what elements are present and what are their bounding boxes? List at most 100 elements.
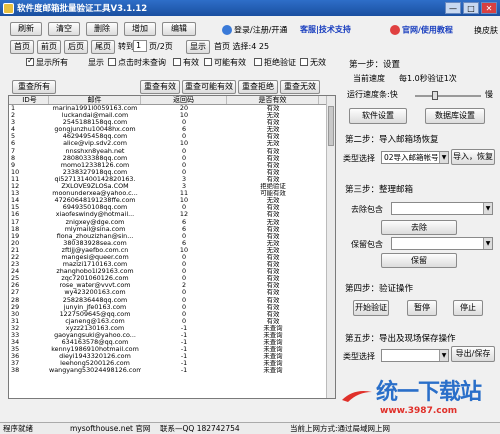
- table-row[interactable]: 8 2808033388qq.com 0 有效: [9, 155, 335, 162]
- table-row[interactable]: 29 junyin_jfe0163.com 0 有效: [9, 304, 335, 311]
- header-id[interactable]: ID号: [9, 96, 49, 104]
- import-type-select[interactable]: 02导入邮箱帐号 ▼: [381, 151, 449, 164]
- support-link[interactable]: 客服|技术支持: [300, 25, 351, 35]
- filter-maybe-valid[interactable]: 可能有效: [204, 57, 246, 68]
- add-button[interactable]: 增加: [124, 22, 156, 36]
- table-row[interactable]: 9 momo12338126.com 0 有效: [9, 162, 335, 169]
- table-row[interactable]: 17 znigxey@dge.com 6 无效: [9, 219, 335, 226]
- table-row[interactable]: 20 380383928sea.com 6 无效: [9, 240, 335, 247]
- cell-code: 0: [181, 154, 187, 162]
- show-button[interactable]: 显示: [186, 40, 210, 54]
- table-row[interactable]: 32 xyzz2130163.com -1 未查询: [9, 325, 335, 332]
- speed-slider[interactable]: [415, 95, 481, 97]
- table-row[interactable]: 12 ZXLOVE9ZLOSa.COM 3 拒绝验证: [9, 183, 335, 190]
- header-code[interactable]: 返回码: [141, 96, 227, 104]
- dedup-button[interactable]: 去除: [381, 220, 457, 235]
- filter-invalid[interactable]: 无效: [300, 57, 326, 68]
- skin-link[interactable]: 换皮肤: [474, 26, 498, 36]
- table-row[interactable]: 21 zftljj@yaefbo.com.cn 10 无效: [9, 247, 335, 254]
- table-row[interactable]: 30 1227509645@qq.com 0 有效: [9, 311, 335, 318]
- chevron-down-icon: ▼: [439, 350, 448, 361]
- last-page-button[interactable]: 尾页: [91, 40, 115, 54]
- close-button[interactable]: ✕: [481, 2, 497, 14]
- recheck-reject-button[interactable]: 重查拒绝: [238, 80, 278, 94]
- table-row[interactable]: 4 gongjunzhu10048hx.com 6 无效: [9, 126, 335, 133]
- recheck-maybe-button[interactable]: 重查可能有效: [182, 80, 236, 94]
- speed-slider-knob[interactable]: [431, 91, 438, 100]
- table-row[interactable]: 25 zqc7201060126.com 0 有效: [9, 275, 335, 282]
- table-row[interactable]: 5 4629495458qq.com 0 有效: [9, 133, 335, 140]
- table-row[interactable]: 14 47260648191238ffe.com 10 无效: [9, 197, 335, 204]
- dedup-select[interactable]: ▼: [391, 202, 493, 215]
- status-site[interactable]: mysofthouse.net 官网: [70, 423, 150, 434]
- table-row[interactable]: 36 dieyi1943320126.com -1 未查询: [9, 353, 335, 360]
- prev-page-button[interactable]: 前页: [37, 40, 61, 54]
- table-row[interactable]: 7 nnsshxn8yeah.net 0 有效: [9, 148, 335, 155]
- website-link[interactable]: 官网/使用教程: [390, 25, 453, 36]
- table-row[interactable]: 19 fiona_zhouzizhan@sin... 0 有效: [9, 233, 335, 240]
- clear-button[interactable]: 清空: [48, 22, 80, 36]
- cell-code: 2: [181, 282, 187, 290]
- table-row[interactable]: 37 leehong5200126.com -1 未查询: [9, 360, 335, 367]
- table-row[interactable]: 6 alice@vip.sdv2.com 10 无效: [9, 140, 335, 147]
- cell-id: 15: [11, 204, 20, 212]
- table-row[interactable]: 15 6949350108qq.com 0 有效: [9, 204, 335, 211]
- delete-button[interactable]: 删除: [86, 22, 118, 36]
- table-row[interactable]: 11 qi527131400142820163. 3 有效: [9, 176, 335, 183]
- header-valid[interactable]: 是否有效: [227, 96, 319, 104]
- next-page-button[interactable]: 后页: [64, 40, 88, 54]
- database-settings-button[interactable]: 数据库设置: [425, 108, 485, 124]
- table-row[interactable]: 3 2545188158qq.com 0 有效: [9, 119, 335, 126]
- table-row[interactable]: 33 gaoyangsuki@yahoo.co... -1 未查询: [9, 332, 335, 339]
- table-row[interactable]: 22 mangesi@queer.com 0 有效: [9, 254, 335, 261]
- keep-button[interactable]: 保留: [381, 253, 457, 268]
- table-row[interactable]: 2 luckandai@mail.com 10 无效: [9, 112, 335, 119]
- software-settings-button[interactable]: 软件设置: [349, 108, 407, 124]
- import-restore-button[interactable]: 导入，恢复: [451, 149, 495, 165]
- login-label: 登录/注册/开通: [234, 25, 288, 35]
- table-row[interactable]: 24 zhanghobo1l29163.com 0 有效: [9, 268, 335, 275]
- speed-value: 每1.0秒验证1次: [399, 74, 457, 83]
- filter-unchecked[interactable]: 点击时未查询: [108, 57, 166, 68]
- cell-id: 21: [11, 246, 20, 254]
- table-row[interactable]: 16 xiaofeswindy@hotmail... 12 有效: [9, 211, 335, 218]
- table-row[interactable]: 26 rose_water@vvvt.com 2 有效: [9, 282, 335, 289]
- step1-heading: 第一步：设置: [349, 60, 401, 70]
- table-row[interactable]: 35 kenny1986910hotmail.com -1 未查询: [9, 346, 335, 353]
- header-email[interactable]: 邮件: [49, 96, 141, 104]
- cell-id: 17: [11, 218, 20, 226]
- table-row[interactable]: 38 wangyang53024498126.com -1 未查询: [9, 367, 335, 374]
- keep-select[interactable]: ▼: [391, 237, 493, 250]
- stop-button[interactable]: 停止: [453, 300, 483, 316]
- scroll-thumb[interactable]: [328, 106, 334, 146]
- table-row[interactable]: 28 2582836448qq.com 0 有效: [9, 297, 335, 304]
- maximize-button[interactable]: □: [463, 2, 479, 14]
- cell-email: nnsshxn8yeah.net: [65, 147, 125, 155]
- export-type-select[interactable]: ▼: [381, 349, 449, 362]
- table-row[interactable]: 13 moonunderxea@yahoo.c... 11 可能有效: [9, 190, 335, 197]
- table-row[interactable]: 34 634163578@qq.com -1 未查询: [9, 339, 335, 346]
- pause-button[interactable]: 暂停: [407, 300, 437, 316]
- recheck-all-button[interactable]: 重查所有: [12, 80, 56, 94]
- recheck-invalid-button[interactable]: 重查无效: [280, 80, 320, 94]
- table-row[interactable]: 23 mazizi1710163.com 0 有效: [9, 261, 335, 268]
- start-verify-button[interactable]: 开始验证: [353, 300, 389, 316]
- show-all-checkbox[interactable]: 显示所有: [26, 56, 68, 68]
- vertical-scrollbar[interactable]: [326, 96, 335, 398]
- filter-valid[interactable]: 有效: [173, 57, 199, 68]
- login-link[interactable]: 登录/注册/开通: [222, 25, 287, 36]
- first-page-button[interactable]: 首页: [10, 40, 34, 54]
- table-row[interactable]: 1 marina1991l0059163.com 20 有效: [9, 105, 335, 112]
- table-row[interactable]: 31 cjaneng@163.com 0 有效: [9, 318, 335, 325]
- page-input[interactable]: 1: [133, 40, 147, 52]
- table-row[interactable]: 18 mlymail@sina.com 6 有效: [9, 226, 335, 233]
- refresh-button[interactable]: 刷新: [10, 22, 42, 36]
- edit-button[interactable]: 编辑: [162, 22, 196, 36]
- minimize-button[interactable]: —: [445, 2, 461, 14]
- export-save-button[interactable]: 导出/保存: [451, 346, 495, 362]
- table-row[interactable]: 10 2338327918qq.com 0 有效: [9, 169, 335, 176]
- filter-reject[interactable]: 拒绝验证: [254, 57, 296, 68]
- cell-email: momo12338126.com: [60, 161, 130, 169]
- recheck-valid-button[interactable]: 重查有效: [140, 80, 180, 94]
- table-row[interactable]: 27 wy423200163.com 0 有效: [9, 289, 335, 296]
